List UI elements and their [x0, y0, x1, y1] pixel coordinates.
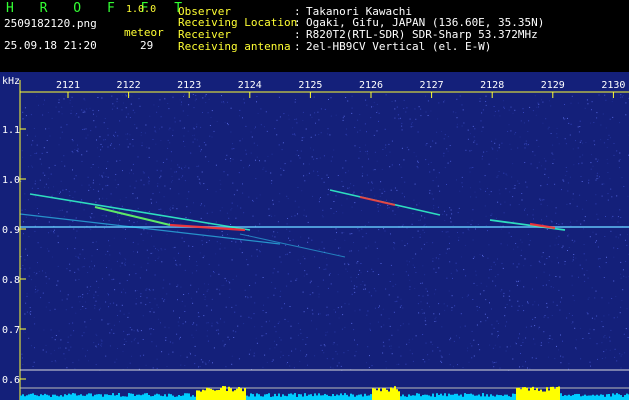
app-logo: H R O F F T [6, 1, 192, 16]
meteor-count: 29 [140, 39, 154, 52]
meteor-label: meteor [124, 26, 164, 39]
image-filename: 2509182120.png [4, 17, 97, 30]
header-panel: H R O F F T 1.0.0 2509182120.png 25.09.1… [0, 0, 629, 72]
frequency-tick-label: 0.8 [2, 275, 20, 286]
time-tick-label: 2125 [298, 80, 322, 91]
time-tick-label: 2121 [56, 80, 80, 91]
time-tick-label: 2124 [238, 80, 262, 91]
frequency-tick-label: 0.6 [2, 375, 20, 386]
time-tick-label: 2128 [480, 80, 504, 91]
time-tick-label: 2127 [420, 80, 444, 91]
frequency-tick-label: 0.7 [2, 325, 20, 336]
hrofft-window: H R O F F T 1.0.0 2509182120.png 25.09.1… [0, 0, 629, 400]
time-tick-label: 2129 [541, 80, 565, 91]
time-tick-label: 2123 [177, 80, 201, 91]
time-tick-label: 2126 [359, 80, 383, 91]
antenna-sep: : [294, 40, 301, 53]
frequency-tick-label: 1.0 [2, 175, 20, 186]
app-version: 1.0.0 [126, 4, 157, 15]
frequency-tick-label: 1.1 [2, 125, 20, 136]
capture-datetime: 25.09.18 21:20 [4, 39, 97, 52]
frequency-tick-label: 0.9 [2, 225, 20, 236]
antenna-label: Receiving antenna [178, 40, 291, 53]
time-tick-label: 2122 [117, 80, 141, 91]
unit-label: kHz [2, 76, 20, 87]
time-tick-label: 2130 [601, 80, 625, 91]
waterfall-background [0, 72, 629, 400]
antenna-value: 2el-HB9CV Vertical (el. E-W) [306, 40, 492, 53]
spectrogram-waterfall: 2121 2122 2123 2124 2125 2126 2127 2128 2129 2130… [0, 72, 629, 400]
